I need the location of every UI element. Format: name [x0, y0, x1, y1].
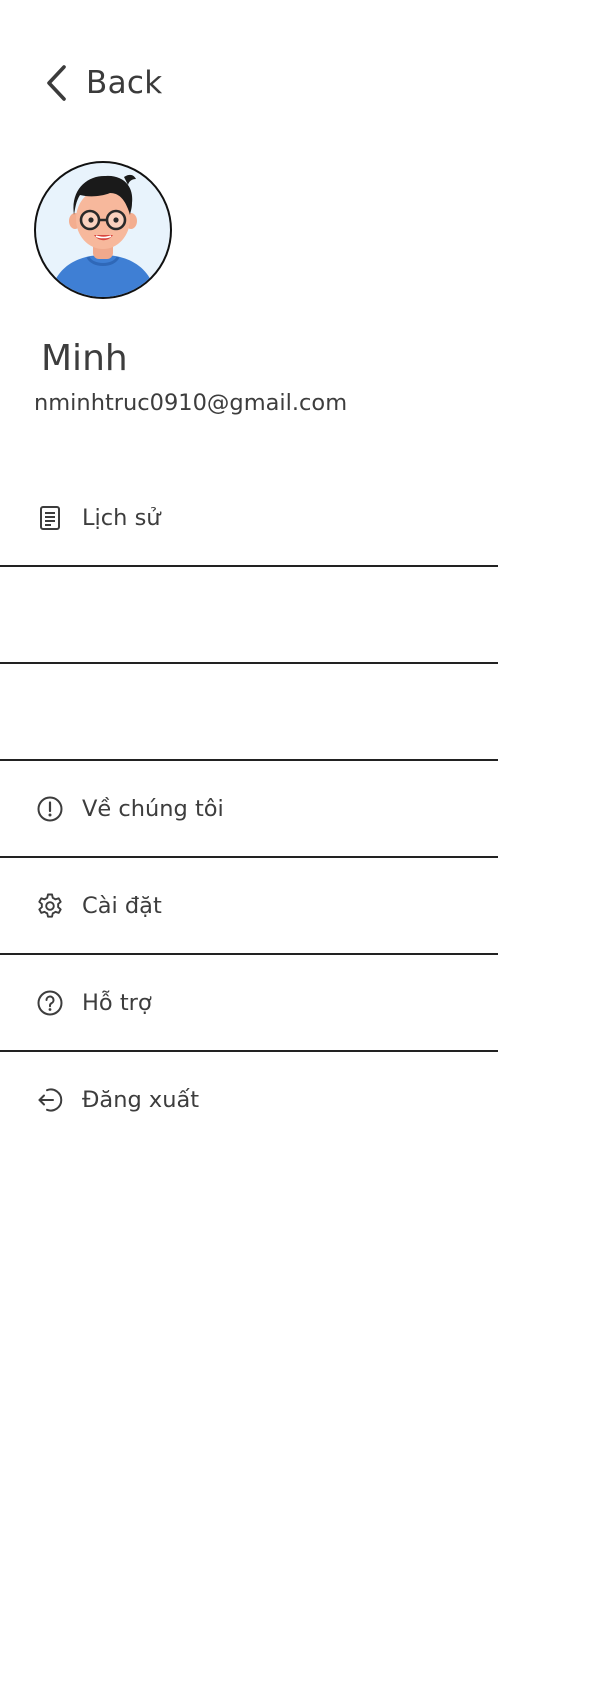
- logout-icon: [36, 1086, 64, 1114]
- profile-name: Minh: [41, 338, 128, 379]
- gear-icon: [36, 892, 64, 920]
- help-question-icon: [36, 989, 64, 1017]
- avatar: [34, 161, 172, 299]
- profile-email: nminhtruc0910@gmail.com: [34, 390, 348, 416]
- info-alert-icon: [36, 795, 64, 823]
- menu-item-support[interactable]: Hỗ trợ: [0, 955, 498, 1052]
- menu-item-label: Lịch sử: [82, 504, 161, 531]
- chevron-left-icon: [44, 64, 68, 102]
- menu-item-label: Cài đặt: [82, 892, 162, 919]
- back-button[interactable]: Back: [44, 58, 162, 108]
- menu-item-logout[interactable]: Đăng xuất: [0, 1052, 498, 1147]
- menu-item-label: Đăng xuất: [82, 1086, 200, 1113]
- menu-item-history[interactable]: Lịch sử: [0, 470, 498, 567]
- menu-item-settings[interactable]: Cài đặt: [0, 858, 498, 955]
- history-document-icon: [36, 504, 64, 532]
- menu-item-label: Hỗ trợ: [82, 989, 152, 1016]
- back-label: Back: [86, 65, 163, 101]
- menu-item-about[interactable]: Về chúng tôi: [0, 761, 498, 858]
- menu-item-empty-2[interactable]: [0, 664, 498, 761]
- menu-item-empty-1[interactable]: [0, 567, 498, 664]
- profile-menu: Lịch sử Về chúng tôi Cài đặt Hỗ trợ Đăng…: [0, 470, 498, 1147]
- menu-item-label: Về chúng tôi: [82, 795, 224, 822]
